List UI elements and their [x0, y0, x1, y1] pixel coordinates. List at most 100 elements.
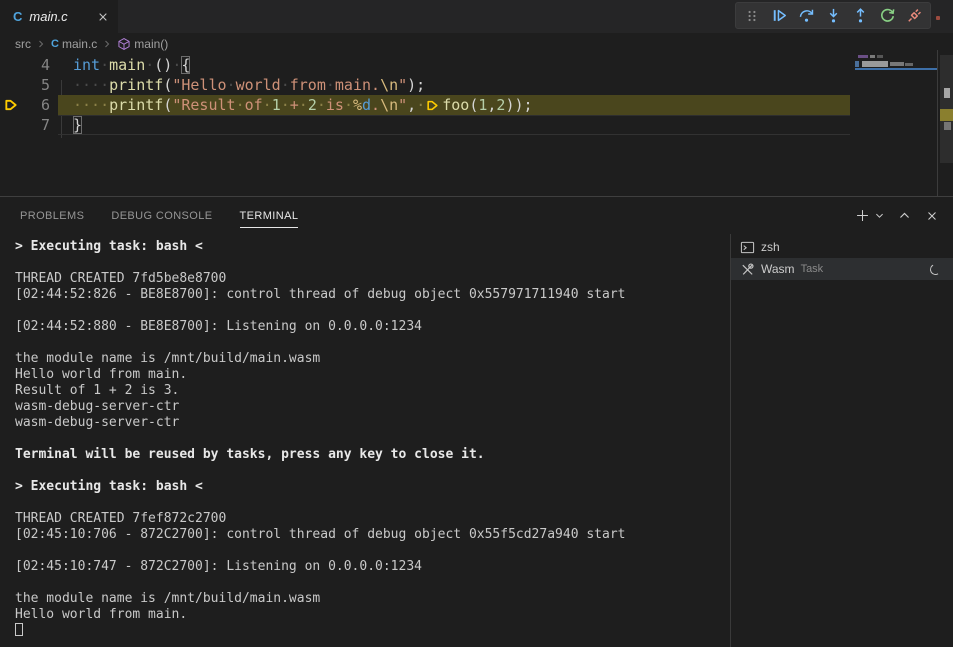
new-terminal-button[interactable]	[853, 207, 871, 225]
terminal-line: > Executing task: bash <	[15, 239, 723, 255]
terminal-line: Hello world from main.	[15, 367, 723, 383]
terminal-line: wasm-debug-server-ctr	[15, 399, 723, 415]
code-text: }	[73, 115, 82, 135]
terminal-icon	[740, 240, 755, 255]
code-line-5[interactable]: 5 ····printf("Hello·world·from·main.\n");	[0, 75, 953, 95]
terminal-tab-label: Wasm	[761, 262, 795, 276]
tab-main-c[interactable]: C main.c	[0, 0, 118, 33]
panel-tab-terminal[interactable]: TERMINAL	[240, 197, 299, 234]
panel-tab-debug-console[interactable]: DEBUG CONSOLE	[111, 197, 212, 234]
minimap-line	[855, 61, 859, 67]
step-into-target-icon[interactable]	[426, 99, 439, 112]
overview-mark	[944, 88, 950, 98]
symbol-method-icon	[117, 37, 131, 51]
chevron-right-icon	[101, 38, 113, 50]
terminal-line: Hello world from main.	[15, 607, 723, 623]
line-number[interactable]: 7	[22, 115, 50, 135]
breadcrumb: src C main.c main()	[0, 33, 953, 55]
terminal-line: Result of 1 + 2 is 3.	[15, 383, 723, 399]
breadcrumb-main-symbol[interactable]: main()	[134, 37, 168, 51]
minimap-line	[870, 55, 875, 58]
loading-spinner-icon	[929, 262, 942, 275]
terminal-line	[15, 335, 723, 351]
panel-actions	[853, 197, 941, 234]
minimap[interactable]	[855, 55, 937, 75]
terminal-line	[15, 431, 723, 447]
terminal-tab-label: zsh	[761, 240, 780, 254]
code-line-7[interactable]: 7}	[0, 115, 953, 135]
restart-icon[interactable]	[878, 7, 896, 25]
terminal-line: wasm-debug-server-ctr	[15, 415, 723, 431]
terminal-line	[15, 543, 723, 559]
continue-icon[interactable]	[770, 7, 788, 25]
current-frame-arrow-icon[interactable]	[0, 95, 22, 115]
close-panel-icon[interactable]	[923, 207, 941, 225]
terminal-line	[15, 255, 723, 271]
step-over-icon[interactable]	[797, 7, 815, 25]
panel-tab-bar: PROBLEMS DEBUG CONSOLE TERMINAL	[0, 197, 953, 234]
line-number[interactable]: 6	[22, 95, 50, 115]
terminal-line	[15, 623, 723, 639]
scrollbar-border	[937, 50, 938, 198]
tab-title: main.c	[29, 9, 92, 24]
chevron-down-icon[interactable]	[873, 207, 885, 225]
terminal-line: THREAD CREATED 7fd5be8e8700	[15, 271, 723, 287]
bottom-panel: PROBLEMS DEBUG CONSOLE TERMINAL > Executin…	[0, 196, 953, 647]
terminal-line: [02:45:10:706 - 872C2700]: control threa…	[15, 527, 723, 543]
chevron-up-icon[interactable]	[895, 207, 913, 225]
code-text: ····printf("Hello·world·from·main.\n");	[73, 75, 425, 95]
minimap-line	[890, 62, 904, 66]
terminal-tabs-list: zsh Wasm Task	[731, 236, 953, 647]
terminal-line: [02:44:52:826 - BE8E8700]: control threa…	[15, 287, 723, 303]
chevron-right-icon	[35, 38, 47, 50]
editor-tab-bar: C main.c	[0, 0, 953, 33]
terminal-line: Terminal will be reused by tasks, press …	[15, 447, 723, 463]
breadcrumb-main-c[interactable]: main.c	[62, 37, 97, 51]
panel-tab-problems[interactable]: PROBLEMS	[20, 197, 84, 234]
line-number[interactable]: 5	[22, 75, 50, 95]
terminal-cursor	[15, 623, 23, 636]
line-number[interactable]: 4	[22, 55, 50, 75]
step-out-icon[interactable]	[851, 7, 869, 25]
terminal-line	[15, 495, 723, 511]
minimap-line	[877, 55, 883, 58]
terminal-line: [02:44:52:880 - BE8E8700]: Listening on …	[15, 319, 723, 335]
minimap-line	[862, 61, 888, 67]
overview-mark-debug-line	[940, 109, 953, 121]
terminal-tab-wasm[interactable]: Wasm Task	[731, 258, 953, 280]
glyph-margin[interactable]	[0, 55, 22, 75]
glyph-margin[interactable]	[0, 115, 22, 135]
terminal-tab-zsh[interactable]: zsh	[731, 236, 953, 258]
overview-mark	[944, 122, 951, 130]
terminal-line: THREAD CREATED 7fef872c2700	[15, 511, 723, 527]
terminal-line	[15, 463, 723, 479]
glyph-margin[interactable]	[0, 75, 22, 95]
code-text: int·main·()·{	[73, 55, 190, 75]
editor-scrollbar[interactable]	[940, 55, 953, 196]
terminal-line	[15, 575, 723, 591]
tools-icon	[740, 262, 755, 277]
breadcrumb-src[interactable]: src	[15, 37, 31, 51]
step-into-icon[interactable]	[824, 7, 842, 25]
terminal-line: > Executing task: bash <	[15, 479, 723, 495]
terminal-line: the module name is /mnt/build/main.wasm	[15, 591, 723, 607]
code-line-4[interactable]: 4 int·main·()·{	[0, 55, 953, 75]
code-line-6[interactable]: 6····printf("Result·of·1·+·2·is·%d.\n",·…	[0, 95, 953, 115]
close-icon[interactable]	[96, 10, 110, 24]
code-editor[interactable]: 4 int·main·()·{ 5 ····printf("Hello·world·f…	[0, 55, 953, 196]
terminal-line: the module name is /mnt/build/main.wasm	[15, 351, 723, 367]
panel-body: > Executing task: bash < THREAD CREATED 7…	[0, 234, 953, 647]
terminal-output[interactable]: > Executing task: bash < THREAD CREATED 7…	[15, 239, 723, 647]
debug-toolbar	[735, 2, 931, 29]
terminal-tab-badge: Task	[801, 263, 824, 275]
terminal-line	[15, 303, 723, 319]
drag-handle-icon[interactable]	[743, 7, 761, 25]
terminal-line: [02:45:10:747 - 872C2700]: Listening on …	[15, 559, 723, 575]
minimap-line	[858, 55, 868, 58]
c-file-icon: C	[13, 10, 22, 23]
minimap-line	[905, 63, 913, 66]
notification-dot	[936, 16, 940, 20]
disconnect-icon[interactable]	[905, 7, 923, 25]
minimap-viewport-indicator	[855, 68, 937, 70]
c-file-icon: C	[51, 38, 59, 51]
